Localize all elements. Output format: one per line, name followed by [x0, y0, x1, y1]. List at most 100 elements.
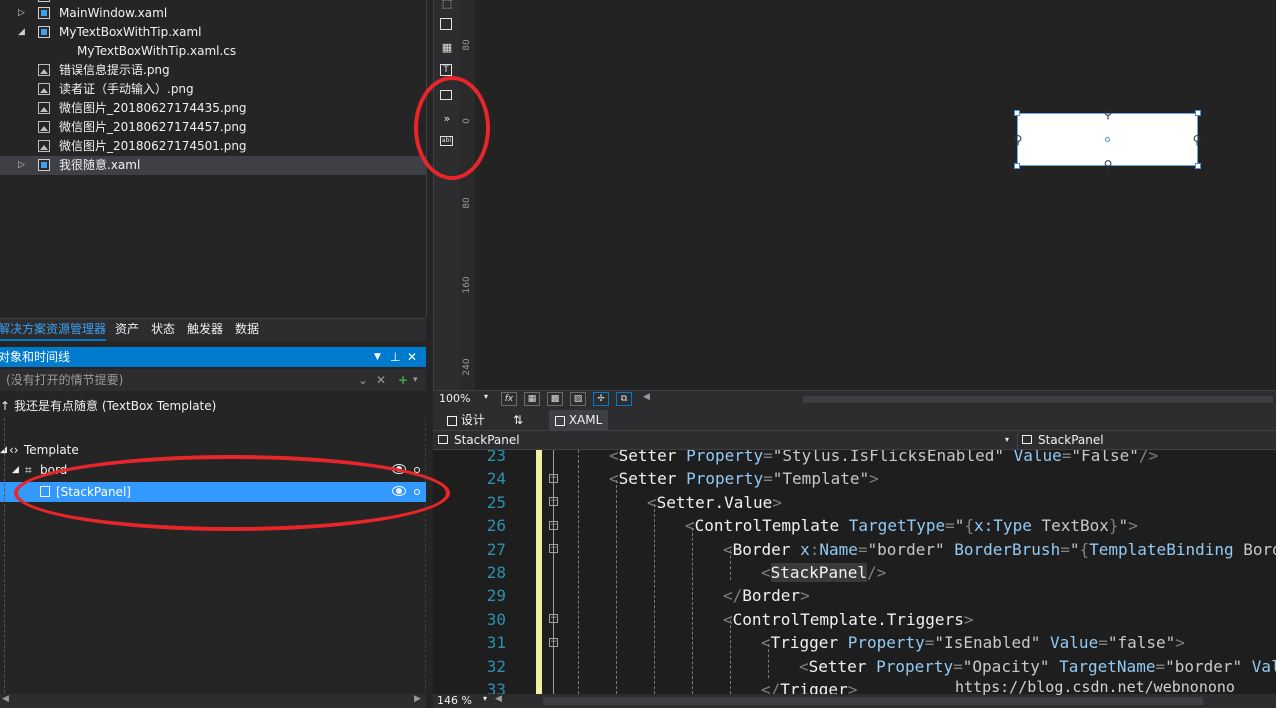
dropdown-icon[interactable]: ▾: [484, 392, 488, 401]
expander-icon[interactable]: ▷: [18, 8, 28, 18]
code-hscroll-thumb[interactable]: [543, 697, 1203, 705]
tree-node-stackpanel[interactable]: [StackPanel]: [0, 482, 426, 502]
add-icon[interactable]: +: [398, 369, 408, 391]
expander-icon[interactable]: ◢: [18, 27, 28, 37]
tree-node-label: [StackPanel]: [56, 485, 131, 499]
tree-item-mainwindow[interactable]: ▷ MainWindow.xaml: [18, 4, 418, 23]
project-code-icon[interactable]: ⧉: [616, 392, 632, 406]
image-file-icon: [38, 102, 50, 114]
scroll-left-icon[interactable]: ◀: [495, 694, 502, 704]
artboard-icon[interactable]: ▨: [570, 392, 586, 406]
control-tool-icon[interactable]: [439, 88, 455, 104]
fx-icon[interactable]: fx: [501, 392, 517, 406]
code-horizontal-scrollbar[interactable]: 146 % ▾ ◀: [433, 694, 1276, 708]
left-horizontal-scrollbar[interactable]: ◀ ▶: [0, 694, 426, 708]
view-tabs: 设计 ⇅ XAML: [433, 408, 1276, 430]
tree-item-image[interactable]: 微信图片_20180627174435.png: [38, 99, 418, 118]
right-element-selector[interactable]: StackPanel: [1038, 431, 1104, 449]
tab-assets[interactable]: 资产: [115, 319, 139, 341]
left-element-selector[interactable]: StackPanel: [454, 431, 520, 449]
storyboard-selector[interactable]: (没有打开的情节提要): [6, 369, 123, 391]
pointer-tool-icon[interactable]: ⬚: [439, 0, 455, 12]
xaml-code-editor[interactable]: 23 24 25 26 27 28 29 30 31 32 33 − − − −…: [433, 450, 1276, 694]
code-line-25: <Setter.Value>: [647, 492, 782, 512]
dropdown-icon[interactable]: ▾: [483, 694, 487, 703]
eye-icon[interactable]: [392, 486, 406, 496]
grid-tool-icon[interactable]: ▦: [439, 40, 455, 56]
tree-node-border[interactable]: ◢ ⌗ bord: [0, 460, 426, 480]
textbox-preview[interactable]: ⚲ ⚲ ⚲ ⚲: [1014, 107, 1202, 172]
scope-root[interactable]: ↑ 我还是有点随意 (TextBox Template): [0, 395, 426, 417]
tree-item-label: MainWindow.xaml: [59, 6, 168, 20]
pin-icon[interactable]: ⊥: [390, 347, 400, 367]
tree-node-template[interactable]: ◢ ‹› Template: [0, 440, 426, 460]
lock-dot-icon[interactable]: [414, 467, 420, 473]
object-tree: ◢ ‹› Template ◢ ⌗ bord [StackPanel]: [0, 418, 426, 708]
link-icon[interactable]: ⚲: [1103, 107, 1113, 121]
expander-icon[interactable]: ◢: [12, 460, 19, 480]
scroll-left-icon[interactable]: ◀: [643, 392, 650, 402]
close-icon[interactable]: ✕: [407, 347, 417, 367]
dropdown-icon[interactable]: ▼: [374, 347, 381, 367]
close-icon[interactable]: ✕: [376, 369, 386, 391]
expander-icon[interactable]: ▷: [18, 160, 28, 170]
code-line-31: <Trigger Property="IsEnabled" Value="fal…: [761, 633, 1185, 653]
code-line-33: </Trigger>: [761, 680, 858, 694]
link-icon[interactable]: ⚲: [1013, 133, 1023, 147]
link-icon[interactable]: ⚲: [1103, 158, 1113, 172]
designer-hscroll-thumb[interactable]: [803, 396, 1273, 403]
tab-data[interactable]: 数据: [235, 319, 259, 341]
grid-icon[interactable]: ▦: [524, 392, 540, 406]
tab-xaml[interactable]: XAML: [549, 410, 609, 430]
code-zoom-level[interactable]: 146 %: [437, 694, 472, 707]
snap-lines-icon[interactable]: ✢: [593, 392, 609, 406]
tree-item-label: 微信图片_20180627174501.png: [59, 139, 247, 153]
snap-grid-icon[interactable]: ▩: [547, 392, 563, 406]
zoom-level[interactable]: 100%: [439, 392, 470, 405]
chevron-down-icon[interactable]: ⌄: [358, 369, 368, 391]
tab-design[interactable]: 设计: [447, 410, 485, 430]
image-file-icon: [38, 64, 50, 76]
dropdown-icon[interactable]: ▾: [1005, 431, 1009, 449]
tree-item-image[interactable]: 微信图片_20180627174457.png: [38, 118, 418, 137]
code-line-29: </Border>: [723, 586, 810, 606]
border-icon: ⌗: [25, 463, 32, 477]
eye-icon[interactable]: [392, 464, 406, 474]
line-number: 31: [486, 633, 506, 653]
xaml-file-icon: [38, 26, 50, 38]
tab-solution-explorer[interactable]: 解决方案资源管理器: [0, 319, 107, 341]
dropdown-icon[interactable]: ▾: [413, 369, 418, 391]
resize-handle[interactable]: [1014, 110, 1020, 116]
panel-title: 对象和时间线: [0, 350, 71, 364]
tree-item-wohensuiyi[interactable]: ▷ 我很随意.xaml: [0, 156, 426, 175]
line-number: 24: [486, 469, 506, 489]
vertical-ruler: 80 0 80 160 240: [459, 0, 476, 390]
swap-panes-button[interactable]: ⇅: [513, 410, 523, 430]
expand-tools-icon[interactable]: »: [439, 111, 455, 127]
textbox-tool-icon[interactable]: abl: [439, 134, 455, 150]
resize-handle[interactable]: [1195, 163, 1201, 169]
tab-states[interactable]: 状态: [151, 319, 175, 341]
text-tool-icon[interactable]: T: [439, 63, 455, 79]
storyboard-toolbar: (没有打开的情节提要) ⌄ ✕ + ▾: [0, 369, 426, 391]
design-icon: [447, 415, 457, 426]
link-icon[interactable]: ⚲: [1192, 133, 1202, 147]
lock-dot-icon[interactable]: [414, 489, 420, 495]
design-canvas[interactable]: [475, 0, 1276, 390]
resize-handle[interactable]: [1014, 163, 1020, 169]
element-icon: [438, 435, 448, 444]
code-line-27: <Border x:Name="border" BorderBrush="{Te…: [723, 539, 1276, 559]
line-number: 33: [486, 680, 506, 694]
scope-label: 我还是有点随意 (TextBox Template): [14, 399, 217, 413]
code-brackets-icon: ‹›: [9, 443, 19, 457]
code-line-32: <Setter Property="Opacity" TargetName="b…: [799, 656, 1276, 676]
up-arrow-icon[interactable]: ↑: [0, 395, 10, 417]
tree-item-mytextboxwithtip-cs[interactable]: MyTextBoxWithTip.xaml.cs: [58, 42, 418, 61]
tree-item-image[interactable]: 错误信息提示语.png: [38, 61, 418, 80]
tree-item-mytextboxwithtip[interactable]: ◢ MyTextBoxWithTip.xaml: [18, 23, 418, 42]
rectangle-tool-icon[interactable]: [439, 17, 455, 33]
tree-item-image[interactable]: 微信图片_20180627174501.png: [38, 137, 418, 156]
resize-handle[interactable]: [1195, 110, 1201, 116]
tree-item-image[interactable]: 读者证（手动输入）.png: [38, 80, 418, 99]
tab-triggers[interactable]: 触发器: [187, 319, 223, 341]
